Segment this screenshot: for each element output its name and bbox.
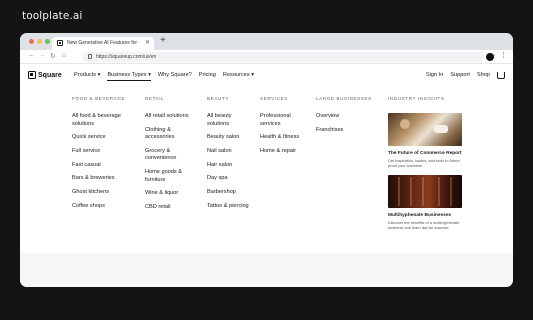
insight-card-desc: Discover the benefits of a multihyphenat…	[388, 220, 460, 230]
home-icon[interactable]: ⌂	[62, 52, 66, 59]
services-column: SERVICES Professional services Health & …	[260, 96, 306, 162]
tab-bar: New Generative AI Features for ✕ +	[20, 33, 513, 50]
chevron-down-icon: ▾	[251, 72, 255, 78]
header-right: Sign In Support Shop	[426, 72, 505, 79]
food-beverage-column: FOOD & BEVERAGE All food & beverage solu…	[72, 96, 136, 216]
browser-window: New Generative AI Features for ✕ + ← → ↻…	[20, 33, 513, 287]
browser-menu-icon[interactable]: ⋮	[500, 51, 507, 59]
minimize-window-button[interactable]	[37, 39, 42, 44]
column-heading: FOOD & BEVERAGE	[72, 96, 126, 101]
page-content-band	[20, 253, 513, 287]
forward-arrow-icon[interactable]: →	[39, 52, 46, 59]
menu-link[interactable]: Tattoo & piercing	[207, 203, 253, 211]
column-heading: INDUSTRY INSIGHTS	[388, 96, 445, 101]
nav-business-types[interactable]: Business Types ▾	[107, 72, 151, 81]
maximize-window-button[interactable]	[45, 39, 50, 44]
menu-link[interactable]: Beauty salon	[207, 134, 253, 142]
nav-pricing[interactable]: Pricing	[199, 72, 216, 81]
logo-text: Square	[38, 71, 62, 79]
support-link[interactable]: Support	[450, 72, 470, 79]
column-heading: LARGE BUSINESSES	[316, 96, 372, 101]
menu-link[interactable]: Quick service	[72, 134, 136, 142]
commerce-report-image[interactable]	[388, 113, 462, 146]
menu-link[interactable]: Coffee shops	[72, 203, 136, 211]
insight-card-title[interactable]: Multihyphenate Businesses	[388, 213, 463, 218]
menu-link[interactable]: Hair salon	[207, 162, 253, 170]
menu-link[interactable]: Overview	[316, 113, 380, 121]
menu-link[interactable]: Ghost kitchens	[72, 189, 136, 197]
menu-link[interactable]: Wine & liquor	[145, 190, 197, 198]
back-arrow-icon[interactable]: ←	[28, 52, 35, 59]
square-logo[interactable]: Square	[28, 71, 62, 79]
menu-link[interactable]: Full service	[72, 148, 136, 156]
menu-link[interactable]: Bars & breweries	[72, 175, 136, 183]
address-bar[interactable]: https://squareup.com/us/en ☆	[82, 52, 496, 62]
square-favicon-icon	[57, 40, 63, 46]
insight-card-title[interactable]: The Future of Commerce Report	[388, 151, 463, 156]
menu-link[interactable]: Health & fitness	[260, 134, 306, 142]
tab-title: New Generative AI Features for	[67, 40, 137, 46]
column-heading: RETAIL	[145, 96, 165, 101]
menu-link[interactable]: Nail salon	[207, 148, 253, 156]
business-types-menu: FOOD & BEVERAGE All food & beverage solu…	[20, 87, 513, 262]
nav-resources-label: Resources	[222, 72, 250, 78]
menu-link[interactable]: Home goods & furniture	[145, 169, 197, 184]
menu-link[interactable]: Clothing & accessories	[145, 127, 197, 142]
retail-column: RETAIL All retail solutions Clothing & a…	[145, 96, 197, 218]
close-window-button[interactable]	[29, 39, 34, 44]
browser-toolbar: ← → ↻ ⌂ https://squareup.com/us/en ☆ ⋮	[20, 50, 513, 64]
square-logo-icon	[28, 71, 36, 79]
beauty-column: BEAUTY All beauty solutions Beauty salon…	[207, 96, 253, 216]
new-tab-button[interactable]: +	[160, 36, 166, 46]
sign-in-link[interactable]: Sign In	[426, 72, 443, 79]
nav-resources[interactable]: Resources ▾	[223, 72, 254, 81]
menu-link[interactable]: Franchises	[316, 127, 380, 135]
menu-link[interactable]: All retail solutions	[145, 113, 197, 121]
industry-insights-column: INDUSTRY INSIGHTS The Future of Commerce…	[388, 96, 463, 237]
url-text: https://squareup.com/us/en	[96, 53, 157, 60]
nav-why-square[interactable]: Why Square?	[158, 72, 192, 81]
nav-products-label: Products	[74, 72, 97, 78]
main-nav: Products ▾ Business Types ▾ Why Square? …	[74, 72, 254, 81]
profile-avatar[interactable]	[486, 53, 494, 61]
reload-icon[interactable]: ↻	[50, 52, 55, 60]
menu-link[interactable]: Barbershop	[207, 189, 253, 197]
insight-card-desc: Get inspiration, tactics, and tools to f…	[388, 158, 461, 168]
site-header: Square Products ▾ Business Types ▾ Why S…	[20, 65, 513, 87]
menu-link[interactable]: Fast casual	[72, 162, 136, 170]
menu-link[interactable]: CBD retail	[145, 204, 197, 212]
nav-business-types-label: Business Types	[107, 72, 147, 78]
menu-link[interactable]: Grocery & convenience	[145, 148, 197, 163]
menu-link[interactable]: Professional services	[260, 113, 306, 128]
shop-link[interactable]: Shop	[477, 72, 490, 79]
column-heading: BEAUTY	[207, 96, 229, 101]
chevron-down-icon: ▾	[148, 72, 151, 78]
menu-link[interactable]: All beauty solutions	[207, 113, 253, 128]
column-heading: SERVICES	[260, 96, 288, 101]
menu-link[interactable]: Home & repair	[260, 148, 306, 156]
toolplate-brand: toolplate.ai	[22, 10, 83, 22]
nav-products[interactable]: Products ▾	[74, 72, 100, 81]
multihyphenate-image[interactable]	[388, 175, 462, 208]
chevron-down-icon: ▾	[97, 72, 101, 78]
browser-tab[interactable]: New Generative AI Features for ✕	[52, 37, 154, 50]
lock-icon	[88, 54, 92, 59]
menu-link[interactable]: Day spa	[207, 175, 253, 183]
large-businesses-column: LARGE BUSINESSES Overview Franchises	[316, 96, 380, 140]
cart-icon[interactable]	[497, 72, 505, 79]
close-tab-icon[interactable]: ✕	[145, 39, 150, 46]
menu-link[interactable]: All food & beverage solutions	[72, 113, 136, 128]
